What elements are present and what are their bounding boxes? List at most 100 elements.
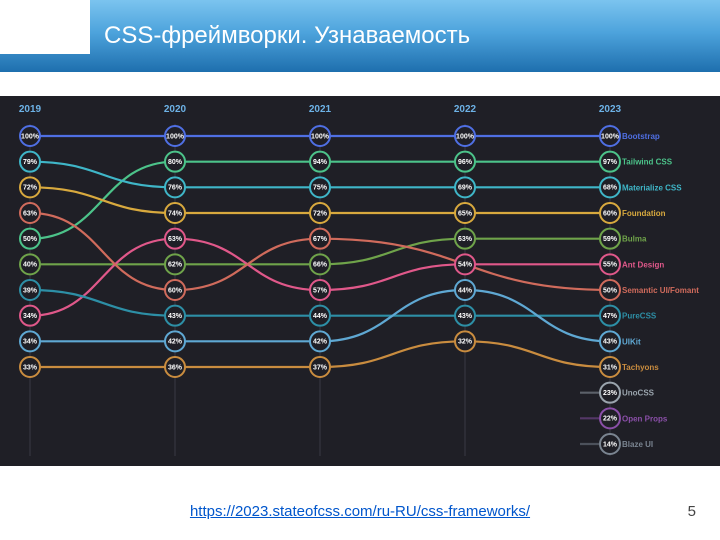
svg-text:37%: 37%	[313, 364, 328, 371]
data-bubble: 37%	[310, 357, 330, 377]
data-bubble: 57%	[310, 280, 330, 300]
year-label: 2019	[19, 104, 42, 115]
data-bubble: 60%	[600, 203, 620, 223]
slide: CSS-фреймворки. Узнаваемость 2019 2020 202…	[0, 0, 720, 540]
source-link[interactable]: https://2023.stateofcss.com/ru-RU/css-fr…	[0, 503, 720, 520]
data-bubble: 76%	[165, 177, 185, 197]
svg-text:100%: 100%	[166, 133, 185, 140]
data-bubble: 44%	[455, 280, 475, 300]
data-bubble: 14%	[600, 434, 620, 454]
data-bubble: 68%	[600, 177, 620, 197]
data-bubble: 100%	[165, 126, 185, 146]
data-bubble: 96%	[455, 152, 475, 172]
data-bubble: 36%	[165, 357, 185, 377]
svg-text:43%: 43%	[458, 313, 473, 320]
data-bubble: 23%	[600, 383, 620, 403]
series-label: UnoCSS	[622, 389, 655, 398]
series-label: Materialize CSS	[622, 183, 682, 192]
svg-text:34%: 34%	[23, 339, 38, 346]
year-label: 2021	[309, 104, 332, 115]
page-number: 5	[688, 503, 696, 520]
data-bubble: 43%	[455, 306, 475, 326]
svg-text:63%: 63%	[23, 210, 38, 217]
data-bubble: 79%	[20, 152, 40, 172]
svg-text:54%: 54%	[458, 262, 473, 269]
svg-text:23%: 23%	[603, 390, 618, 397]
chart-container: 20192020202120222023100%100%100%100%100%…	[0, 96, 720, 466]
svg-text:22%: 22%	[603, 416, 618, 423]
svg-text:80%: 80%	[168, 159, 183, 166]
data-bubble: 42%	[165, 331, 185, 351]
series-label: Foundation	[622, 209, 666, 218]
data-bubble: 80%	[165, 152, 185, 172]
slide-title: CSS-фреймворки. Узнаваемость	[104, 22, 470, 50]
data-bubble: 44%	[310, 306, 330, 326]
svg-text:74%: 74%	[168, 210, 183, 217]
svg-text:62%: 62%	[168, 262, 183, 269]
data-bubble: 100%	[455, 126, 475, 146]
svg-text:60%: 60%	[603, 210, 618, 217]
svg-text:43%: 43%	[168, 313, 183, 320]
svg-text:44%: 44%	[313, 313, 328, 320]
series-label: UIKit	[622, 337, 641, 346]
svg-text:55%: 55%	[603, 262, 618, 269]
data-bubble: 62%	[165, 254, 185, 274]
year-label: 2020	[164, 104, 187, 115]
svg-text:32%: 32%	[458, 339, 473, 346]
svg-text:57%: 57%	[313, 287, 328, 294]
svg-text:97%: 97%	[603, 159, 618, 166]
data-bubble: 72%	[20, 177, 40, 197]
svg-text:43%: 43%	[603, 339, 618, 346]
svg-text:50%: 50%	[23, 236, 38, 243]
data-bubble: 55%	[600, 254, 620, 274]
svg-text:47%: 47%	[603, 313, 618, 320]
svg-text:50%: 50%	[603, 287, 618, 294]
data-bubble: 50%	[20, 229, 40, 249]
svg-text:79%: 79%	[23, 159, 38, 166]
data-bubble: 43%	[165, 306, 185, 326]
svg-text:96%: 96%	[458, 159, 473, 166]
data-bubble: 22%	[600, 408, 620, 428]
year-label: 2022	[454, 104, 477, 115]
svg-text:69%: 69%	[458, 185, 473, 192]
svg-text:44%: 44%	[458, 287, 473, 294]
svg-text:72%: 72%	[313, 210, 328, 217]
data-bubble: 97%	[600, 152, 620, 172]
svg-text:39%: 39%	[23, 287, 38, 294]
svg-text:59%: 59%	[603, 236, 618, 243]
data-bubble: 50%	[600, 280, 620, 300]
series-label: Blaze UI	[622, 440, 653, 449]
svg-text:63%: 63%	[458, 236, 473, 243]
data-bubble: 74%	[165, 203, 185, 223]
data-bubble: 63%	[165, 229, 185, 249]
ranking-chart: 20192020202120222023100%100%100%100%100%…	[0, 96, 720, 466]
logo-placeholder	[0, 0, 90, 54]
svg-text:100%: 100%	[311, 133, 330, 140]
data-bubble: 32%	[455, 331, 475, 351]
data-bubble: 100%	[310, 126, 330, 146]
svg-text:100%: 100%	[21, 133, 40, 140]
data-bubble: 63%	[20, 203, 40, 223]
data-bubble: 75%	[310, 177, 330, 197]
svg-text:63%: 63%	[168, 236, 183, 243]
data-bubble: 63%	[455, 229, 475, 249]
svg-text:42%: 42%	[313, 339, 328, 346]
svg-text:100%: 100%	[456, 133, 475, 140]
data-bubble: 66%	[310, 254, 330, 274]
slide-header: CSS-фреймворки. Узнаваемость	[0, 0, 720, 72]
series-label: Open Props	[622, 414, 668, 423]
series-label: Tachyons	[622, 363, 659, 372]
data-bubble: 59%	[600, 229, 620, 249]
svg-text:65%: 65%	[458, 210, 473, 217]
data-bubble: 65%	[455, 203, 475, 223]
data-bubble: 94%	[310, 152, 330, 172]
data-bubble: 31%	[600, 357, 620, 377]
svg-text:14%: 14%	[603, 441, 618, 448]
data-bubble: 34%	[20, 331, 40, 351]
svg-text:34%: 34%	[23, 313, 38, 320]
svg-text:68%: 68%	[603, 185, 618, 192]
svg-text:100%: 100%	[601, 133, 620, 140]
svg-text:66%: 66%	[313, 262, 328, 269]
data-bubble: 43%	[600, 331, 620, 351]
svg-text:60%: 60%	[168, 287, 183, 294]
